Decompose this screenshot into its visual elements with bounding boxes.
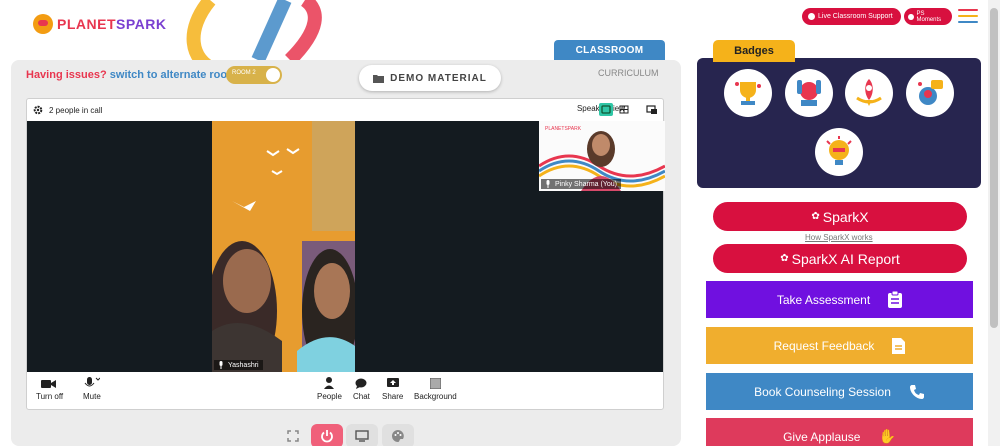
scrollbar-thumb[interactable] — [990, 8, 998, 328]
take-assessment-button[interactable]: Take Assessment — [706, 281, 973, 318]
whiteboard-button[interactable] — [382, 424, 414, 446]
mute-button[interactable]: Mute — [83, 377, 101, 401]
chat-button[interactable]: Chat — [353, 377, 370, 401]
main-participant-name: Yashashri — [228, 361, 259, 369]
mic-icon — [546, 180, 550, 188]
self-participant-tag: Pinky Sharma (You) — [541, 179, 621, 189]
sparkx-icon: ✿ — [780, 253, 789, 264]
page-scrollbar[interactable] — [988, 0, 1000, 446]
phone-icon — [909, 384, 924, 399]
background-button[interactable]: Background — [414, 377, 457, 401]
video-stage: Yashashri PLANETSPARK Pinky Sharma (You) — [27, 121, 665, 372]
alternate-room-link[interactable]: switch to alternate room — [110, 69, 237, 81]
camera-icon — [908, 13, 914, 20]
background-icon — [429, 377, 441, 389]
settings-icon[interactable] — [33, 105, 43, 115]
issues-notice: Having issues? switch to alternate room — [26, 69, 237, 81]
issues-text: Having issues? — [26, 69, 107, 81]
chat-bubble-icon — [355, 377, 367, 389]
logo-mark-icon — [33, 14, 53, 34]
call-controls: Turn off Mute People Chat Share Backgrou… — [27, 372, 663, 410]
palette-icon — [392, 430, 404, 442]
how-sparkx-works-link[interactable]: How SparkX works — [805, 233, 873, 242]
participant-video-frame — [212, 121, 355, 372]
power-icon — [321, 430, 333, 443]
fullscreen-icon — [287, 430, 299, 442]
end-call-button[interactable] — [311, 424, 343, 446]
planetspark-logo[interactable]: PLANETSPARK — [33, 14, 166, 34]
menu-icon[interactable] — [958, 9, 978, 23]
main-participant-tag: Yashashri — [214, 360, 263, 370]
live-classroom-support-button[interactable]: Live Classroom Support — [802, 8, 901, 25]
request-feedback-button[interactable]: Request Feedback — [706, 327, 973, 364]
call-top-bar: 2 people in call — [27, 99, 663, 121]
share-screen-icon — [386, 377, 399, 389]
tab-classroom[interactable]: CLASSROOM — [554, 40, 665, 62]
grid-view-icon — [619, 105, 629, 114]
logo-text: PLANETSPARK — [57, 16, 167, 32]
trophy-badge-icon[interactable] — [724, 69, 772, 117]
badges-panel — [697, 58, 981, 188]
support-icon — [808, 13, 815, 20]
rocket-badge-icon[interactable] — [845, 69, 893, 117]
clipboard-icon — [888, 291, 903, 308]
sparkx-ai-report-button[interactable]: ✿ SparkX AI Report — [713, 244, 967, 273]
book-counseling-session-button[interactable]: Book Counseling Session — [706, 373, 973, 410]
grid-view-button[interactable] — [617, 103, 631, 116]
self-participant-name: Pinky Sharma (You) — [555, 180, 617, 188]
microphone-icon — [84, 377, 100, 389]
speaking-badge-icon[interactable] — [906, 69, 954, 117]
camera-toggle-button[interactable]: Turn off — [36, 377, 63, 401]
give-applause-button[interactable]: Give Applause ✋ — [706, 418, 973, 446]
monitor-icon — [355, 430, 369, 442]
popout-icon — [646, 105, 657, 114]
toggle-knob — [266, 68, 280, 82]
document-icon — [892, 337, 906, 354]
video-camera-icon — [40, 377, 59, 389]
room-toggle[interactable]: ROOM 2 — [226, 66, 282, 84]
folder-icon — [373, 74, 385, 83]
idea-badge-icon[interactable] — [815, 128, 863, 176]
speaker-view-button[interactable] — [599, 103, 613, 116]
video-call: 2 people in call Speaker view Yashashri … — [26, 98, 665, 410]
demo-material-button[interactable]: DEMO MATERIAL — [359, 65, 501, 91]
self-video: PLANETSPARK Pinky Sharma (You) — [539, 121, 665, 191]
speaker-view-icon — [601, 105, 611, 114]
sparkx-icon: ✿ — [811, 211, 820, 222]
main-participant-video: Yashashri — [212, 121, 355, 372]
popout-button[interactable] — [645, 103, 659, 116]
people-count: 2 people in call — [49, 105, 103, 115]
svg-text:PLANETSPARK: PLANETSPARK — [545, 126, 582, 132]
ps-moments-button[interactable]: PS Moments — [904, 8, 952, 25]
people-button[interactable]: People — [317, 377, 342, 401]
hands-up-badge-icon[interactable] — [785, 69, 833, 117]
sparkx-button[interactable]: ✿ SparkX — [713, 202, 967, 231]
mic-icon — [219, 361, 223, 369]
clapping-hands-icon: ✋ — [878, 428, 896, 444]
screen-button[interactable] — [346, 424, 378, 446]
tab-curriculum[interactable]: CURRICULUM — [598, 68, 659, 78]
room-toggle-label: ROOM 2 — [232, 70, 256, 76]
fullscreen-button[interactable] — [277, 424, 309, 446]
person-icon — [324, 377, 335, 389]
badges-tab[interactable]: Badges — [713, 40, 795, 62]
share-button[interactable]: Share — [382, 377, 403, 401]
